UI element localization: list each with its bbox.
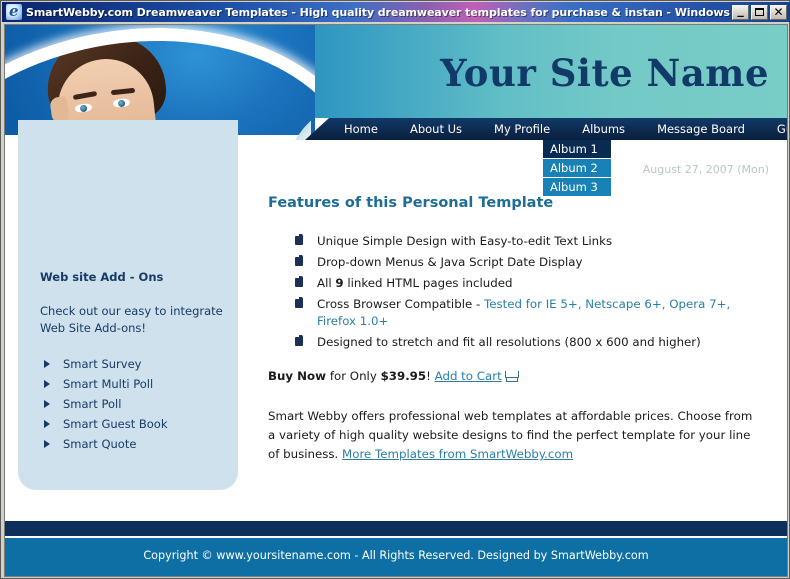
feature-text: linked HTML pages included bbox=[343, 276, 513, 290]
feature-item: Unique Simple Design with Easy-to-edit T… bbox=[295, 233, 768, 250]
triangle-bullet-icon bbox=[44, 360, 50, 368]
page-title: Features of this Personal Template bbox=[268, 195, 554, 211]
site-footer: Copyright © www.yoursitename.com - All R… bbox=[5, 537, 787, 576]
intro-paragraph: Smart Webby offers professional web temp… bbox=[268, 407, 760, 464]
feature-item: All 9 linked HTML pages included bbox=[295, 275, 768, 292]
feature-item: Drop-down Menus & Java Script Date Displ… bbox=[295, 254, 768, 271]
browser-window: SmartWebby.com Dreamweaver Templates - H… bbox=[0, 0, 790, 579]
nav-item-about-us[interactable]: About Us bbox=[405, 122, 467, 136]
copyright-text: Copyright © www.yoursitename.com - All R… bbox=[143, 549, 649, 562]
nav-item-home[interactable]: Home bbox=[339, 122, 383, 136]
site-title: Your Site Name bbox=[440, 51, 769, 95]
feature-text: Unique Simple Design with Easy-to-edit T… bbox=[317, 234, 613, 248]
web-page: Your Site Name Web site Add - Ons Check … bbox=[5, 25, 787, 576]
window-controls: _ ✕ bbox=[732, 2, 788, 20]
page-bullet-icon bbox=[295, 234, 303, 245]
feature-text: Designed to stretch and fit all resoluti… bbox=[317, 335, 701, 349]
page-viewport: Your Site Name Web site Add - Ons Check … bbox=[4, 24, 788, 577]
footer-divider-bar bbox=[5, 521, 787, 536]
current-date-display: August 27, 2007 (Mon) bbox=[642, 163, 769, 176]
sidebar-title: Web site Add - Ons bbox=[40, 270, 164, 284]
triangle-bullet-icon bbox=[44, 440, 50, 448]
feature-text: Cross Browser Compatible - bbox=[317, 297, 484, 311]
window-titlebar: SmartWebby.com Dreamweaver Templates - H… bbox=[2, 2, 790, 22]
sidebar-item-label: Smart Quote bbox=[63, 437, 137, 451]
sidebar-item-label: Smart Survey bbox=[63, 357, 142, 371]
more-templates-link[interactable]: More Templates from SmartWebby.com bbox=[342, 447, 573, 461]
buy-now-label: Buy Now bbox=[268, 369, 327, 383]
maximize-button[interactable] bbox=[751, 4, 768, 20]
sidebar-item-label: Smart Guest Book bbox=[63, 417, 168, 431]
buy-now-mid: for Only bbox=[326, 369, 381, 383]
feature-text: Drop-down Menus & Java Script Date Displ… bbox=[317, 255, 583, 269]
page-bullet-icon bbox=[295, 255, 303, 266]
buy-now-exclaim: ! bbox=[426, 369, 435, 383]
feature-item: Cross Browser Compatible - Tested for IE… bbox=[295, 296, 768, 330]
dropdown-item-album-3[interactable]: Album 3 bbox=[543, 178, 611, 197]
triangle-bullet-icon bbox=[44, 420, 50, 428]
sidebar-item-smart-guest-book[interactable]: Smart Guest Book bbox=[40, 416, 230, 432]
minimize-icon: _ bbox=[737, 2, 744, 18]
sidebar-item-smart-survey[interactable]: Smart Survey bbox=[40, 356, 230, 372]
sidebar-item-smart-poll[interactable]: Smart Poll bbox=[40, 396, 230, 412]
feature-item: Designed to stretch and fit all resoluti… bbox=[295, 334, 768, 351]
maximize-icon bbox=[752, 6, 767, 19]
feature-count: 9 bbox=[335, 276, 344, 290]
window-title: SmartWebby.com Dreamweaver Templates - H… bbox=[26, 5, 732, 19]
dropdown-item-album-2[interactable]: Album 2 bbox=[543, 159, 611, 178]
minimize-button[interactable]: _ bbox=[732, 2, 749, 20]
sidebar-blurb: Check out our easy to integrate Web Site… bbox=[40, 304, 223, 335]
sidebar-addon-list: Smart Survey Smart Multi Poll Smart Poll… bbox=[40, 356, 230, 456]
page-bullet-icon bbox=[295, 276, 303, 287]
page-bullet-icon bbox=[295, 335, 303, 346]
feature-text: All bbox=[317, 276, 336, 290]
close-icon: ✕ bbox=[773, 4, 784, 19]
close-button[interactable]: ✕ bbox=[770, 4, 787, 20]
main-content: Features of this Personal Template Uniqu… bbox=[268, 195, 768, 464]
sidebar-item-smart-quote[interactable]: Smart Quote bbox=[40, 436, 230, 452]
nav-item-guest-book[interactable]: Guest Book bbox=[772, 122, 787, 136]
main-navigation: Home About Us My Profile Albums Message … bbox=[305, 118, 787, 140]
left-sidebar-panel: Web site Add - Ons Check out our easy to… bbox=[18, 120, 238, 490]
price-value: $39.95 bbox=[380, 369, 427, 383]
sidebar-item-smart-multi-poll[interactable]: Smart Multi Poll bbox=[40, 376, 230, 392]
page-bullet-icon bbox=[295, 297, 303, 308]
nav-item-message-board[interactable]: Message Board bbox=[652, 122, 750, 136]
sidebar-item-label: Smart Poll bbox=[63, 397, 122, 411]
buy-now-line: Buy Now for Only $39.95! Add to Cart bbox=[268, 369, 768, 383]
triangle-bullet-icon bbox=[44, 380, 50, 388]
triangle-bullet-icon bbox=[44, 400, 50, 408]
sidebar-item-label: Smart Multi Poll bbox=[63, 377, 154, 391]
add-to-cart-link[interactable]: Add to Cart bbox=[435, 369, 502, 383]
features-list: Unique Simple Design with Easy-to-edit T… bbox=[268, 233, 768, 351]
nav-item-my-profile[interactable]: My Profile bbox=[489, 122, 555, 136]
albums-dropdown-menu: Album 1 Album 2 Album 3 bbox=[543, 140, 611, 197]
dropdown-item-album-1[interactable]: Album 1 bbox=[543, 140, 611, 159]
nav-item-albums[interactable]: Albums bbox=[577, 122, 630, 136]
shopping-cart-icon[interactable] bbox=[504, 370, 519, 382]
internet-explorer-icon bbox=[6, 4, 22, 20]
